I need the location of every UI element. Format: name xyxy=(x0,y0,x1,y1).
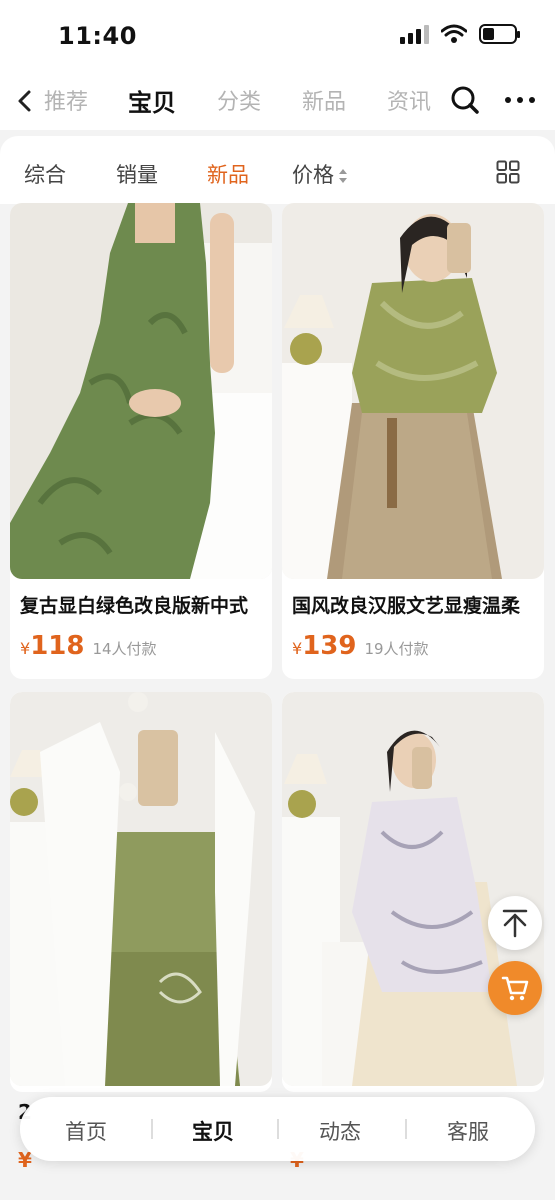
divider xyxy=(151,1119,153,1139)
sales-count: 14人付款 xyxy=(92,640,157,658)
sort-arrows-icon xyxy=(339,169,347,183)
product-image[interactable] xyxy=(282,203,544,579)
product-card[interactable] xyxy=(282,692,544,1092)
status-time: 11:40 xyxy=(58,22,137,50)
cart-icon xyxy=(501,976,529,1001)
filter-new[interactable]: 新品 xyxy=(207,159,249,189)
price-value: 139 xyxy=(302,631,357,661)
bottom-nav-feed[interactable]: 动态 xyxy=(295,1116,385,1146)
signal-icon xyxy=(400,24,429,44)
bottom-nav: 首页 宝贝 动态 客服 xyxy=(20,1097,535,1161)
filter-price-label: 价格 xyxy=(292,163,334,187)
tab-recommend[interactable]: 推荐 xyxy=(44,84,88,116)
product-price: ¥ 139 19人付款 xyxy=(292,631,429,661)
product-image[interactable] xyxy=(10,203,272,579)
price-value: 118 xyxy=(30,631,85,661)
filter-sales[interactable]: 销量 xyxy=(116,159,158,189)
wifi-icon xyxy=(441,24,467,43)
product-image[interactable] xyxy=(10,692,272,1086)
status-icons xyxy=(400,24,520,44)
product-card[interactable]: 复古显白绿色改良版新中式 ¥ 118 14人付款 xyxy=(10,203,272,679)
bottom-nav-service[interactable]: 客服 xyxy=(423,1116,513,1146)
product-card[interactable]: 国风改良汉服文艺显瘦温柔 ¥ 139 19人付款 xyxy=(282,203,544,679)
grid-view-icon[interactable] xyxy=(496,160,520,184)
filter-price[interactable]: 价格 xyxy=(292,159,348,189)
chevron-left-icon[interactable] xyxy=(12,86,38,116)
price-symbol: ¥ xyxy=(292,639,303,658)
status-bar: 11:40 xyxy=(0,0,555,72)
arrow-up-icon xyxy=(502,909,528,938)
tab-categories[interactable]: 分类 xyxy=(217,84,261,116)
product-title[interactable]: 复古显白绿色改良版新中式 xyxy=(20,591,270,618)
filter-bar: 综合 销量 新品 价格 xyxy=(0,136,555,204)
tab-news[interactable]: 资讯 xyxy=(387,84,431,116)
cart-button[interactable] xyxy=(488,961,542,1015)
more-icon[interactable] xyxy=(502,87,538,113)
product-title[interactable]: 国风改良汉服文艺显瘦温柔 xyxy=(292,591,542,618)
bottom-nav-home[interactable]: 首页 xyxy=(41,1116,131,1146)
product-card[interactable] xyxy=(10,692,272,1092)
bottom-nav-products[interactable]: 宝贝 xyxy=(168,1116,258,1146)
search-icon[interactable] xyxy=(448,83,482,117)
battery-icon xyxy=(479,24,520,44)
divider xyxy=(405,1119,407,1139)
price-symbol: ¥ xyxy=(20,639,31,658)
product-image[interactable] xyxy=(282,692,544,1086)
back-to-top-button[interactable] xyxy=(488,896,542,950)
tab-products[interactable]: 宝贝 xyxy=(128,83,176,118)
tab-new-arrivals[interactable]: 新品 xyxy=(302,84,346,116)
product-price: ¥ 118 14人付款 xyxy=(20,631,157,661)
divider xyxy=(277,1119,279,1139)
filter-overall[interactable]: 综合 xyxy=(24,159,66,189)
nav-bar: 推荐 宝贝 分类 新品 资讯 xyxy=(0,72,555,130)
sales-count: 19人付款 xyxy=(364,640,429,658)
